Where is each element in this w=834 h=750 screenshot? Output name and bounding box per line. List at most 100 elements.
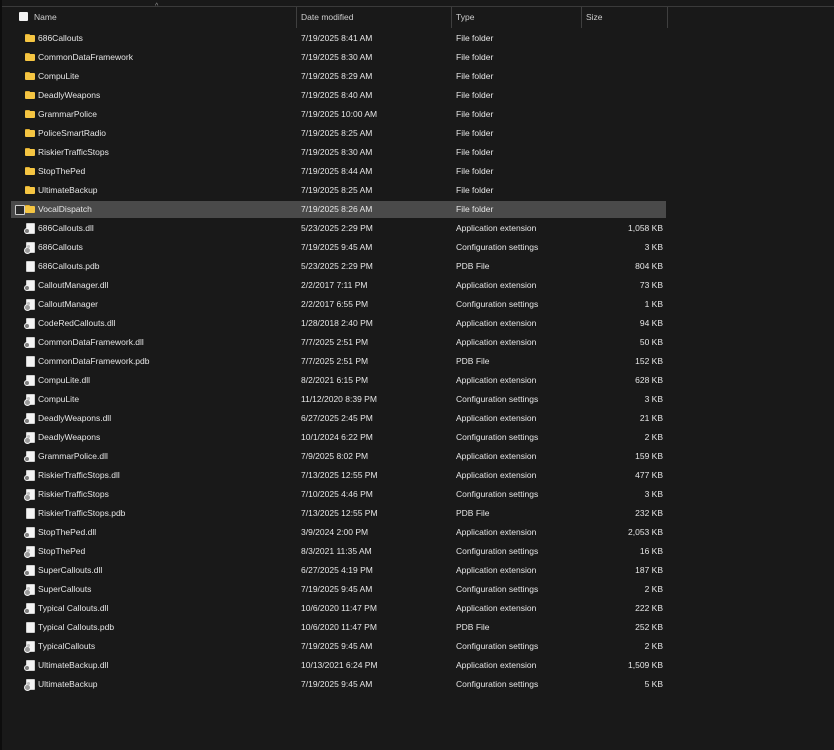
date-modified: 2/2/2017 6:55 PM	[301, 299, 369, 309]
file-type: Configuration settings	[456, 432, 539, 442]
date-modified: 7/19/2025 8:30 AM	[301, 147, 373, 157]
file-row[interactable]: 686Callouts.pdb 5/23/2025 2:29 PM PDB File…	[0, 257, 834, 276]
file-row[interactable]: CommonDataFramework.pdb 7/7/2025 2:51 PM P…	[0, 352, 834, 371]
file-type: File folder	[456, 33, 494, 43]
file-icon	[25, 508, 36, 519]
column-header-size[interactable]: Size	[586, 7, 666, 28]
file-row[interactable]: CalloutManager.dll 2/2/2017 7:11 PM Applic…	[0, 276, 834, 295]
file-name: DeadlyWeapons	[38, 90, 101, 100]
folder-icon	[25, 147, 36, 158]
file-icon	[25, 356, 36, 367]
column-resize-handle[interactable]	[296, 7, 297, 28]
file-name: Typical Callouts.dll	[38, 603, 109, 613]
folder-row[interactable]: 686Callouts 7/19/2025 8:41 AM File folder	[0, 29, 834, 48]
file-row[interactable]: CodeRedCallouts.dll 1/28/2018 2:40 PM Appl…	[0, 314, 834, 333]
file-row[interactable]: TypicalCallouts 7/19/2025 9:45 AM Configur…	[0, 637, 834, 656]
file-name: RiskierTrafficStops.dll	[38, 470, 120, 480]
folder-row[interactable]: UltimateBackup 7/19/2025 8:25 AM File fold…	[0, 181, 834, 200]
file-size: 3 KB	[644, 242, 663, 252]
file-row[interactable]: DeadlyWeapons.dll 6/27/2025 2:45 PM Applic…	[0, 409, 834, 428]
column-header-date-modified[interactable]: Date modified	[301, 7, 451, 28]
file-name: StopThePed	[38, 546, 86, 556]
file-type: Configuration settings	[456, 546, 539, 556]
date-modified: 7/19/2025 8:44 AM	[301, 166, 373, 176]
file-row[interactable]: StopThePed 8/3/2021 11:35 AM Configuration…	[0, 542, 834, 561]
folder-icon	[25, 90, 36, 101]
file-type: Application extension	[456, 375, 537, 385]
file-name: CalloutManager	[38, 299, 99, 309]
file-name: 686Callouts.pdb	[38, 261, 100, 271]
file-row[interactable]: 686Callouts 7/19/2025 9:45 AM Configuratio…	[0, 238, 834, 257]
file-row[interactable]: SuperCallouts 7/19/2025 9:45 AM Configurat…	[0, 580, 834, 599]
file-row[interactable]: SuperCallouts.dll 6/27/2025 4:19 PM Applic…	[0, 561, 834, 580]
folder-row[interactable]: PoliceSmartRadio 7/19/2025 8:25 AM File fo…	[0, 124, 834, 143]
file-row[interactable]: Typical Callouts.pdb 10/6/2020 11:47 PM PD…	[0, 618, 834, 637]
folder-row[interactable]: CompuLite 7/19/2025 8:29 AM File folder	[0, 67, 834, 86]
file-name: CalloutManager.dll	[38, 280, 109, 290]
file-type: File folder	[456, 204, 494, 214]
column-header-bar: ^ Name Date modified Type Size	[2, 3, 834, 28]
file-name: PoliceSmartRadio	[38, 128, 107, 138]
file-list: 686Callouts 7/19/2025 8:41 AM File folder C…	[0, 29, 834, 694]
file-type: Configuration settings	[456, 299, 539, 309]
file-size: 2 KB	[644, 641, 663, 651]
dll-file-icon	[24, 660, 36, 671]
date-modified: 7/7/2025 2:51 PM	[301, 356, 369, 366]
date-modified: 7/19/2025 9:45 AM	[301, 584, 373, 594]
folder-row[interactable]: VocalDispatch 7/19/2025 8:26 AM File folde…	[0, 200, 834, 219]
file-row[interactable]: RiskierTrafficStops 7/10/2025 4:46 PM Conf…	[0, 485, 834, 504]
file-size: 94 KB	[639, 318, 663, 328]
select-all-checkbox[interactable]	[19, 12, 28, 21]
column-header-name[interactable]: Name	[34, 7, 296, 28]
column-header-type[interactable]: Type	[456, 7, 581, 28]
column-resize-handle[interactable]	[667, 7, 668, 28]
folder-row[interactable]: StopThePed 7/19/2025 8:44 AM File folder	[0, 162, 834, 181]
folder-row[interactable]: CommonDataFramework 7/19/2025 8:30 AM File…	[0, 48, 834, 67]
date-modified: 7/19/2025 9:45 AM	[301, 641, 373, 651]
dll-file-icon	[24, 280, 36, 291]
file-row[interactable]: RiskierTrafficStops.pdb 7/13/2025 12:55 P…	[0, 504, 834, 523]
dll-file-icon	[24, 470, 36, 481]
file-size: 804 KB	[635, 261, 663, 271]
file-name: SuperCallouts	[38, 584, 92, 594]
file-row[interactable]: UltimateBackup.dll 10/13/2021 6:24 PM Appl…	[0, 656, 834, 675]
file-type: Application extension	[456, 660, 537, 670]
file-row[interactable]: RiskierTrafficStops.dll 7/13/2025 12:55 P…	[0, 466, 834, 485]
date-modified: 5/23/2025 2:29 PM	[301, 261, 373, 271]
file-row[interactable]: CommonDataFramework.dll 7/7/2025 2:51 PM A…	[0, 333, 834, 352]
file-row[interactable]: Typical Callouts.dll 10/6/2020 11:47 PM Ap…	[0, 599, 834, 618]
date-modified: 7/9/2025 8:02 PM	[301, 451, 369, 461]
file-name: CompuLite	[38, 71, 80, 81]
file-type: Configuration settings	[456, 394, 539, 404]
file-name: VocalDispatch	[38, 204, 92, 214]
file-row[interactable]: DeadlyWeapons 10/1/2024 6:22 PM Configurat…	[0, 428, 834, 447]
file-type: Application extension	[456, 413, 537, 423]
folder-row[interactable]: GrammarPolice 7/19/2025 10:00 AM File fold…	[0, 105, 834, 124]
file-row[interactable]: StopThePed.dll 3/9/2024 2:00 PM Applicatio…	[0, 523, 834, 542]
file-size: 628 KB	[635, 375, 663, 385]
date-modified: 10/6/2020 11:47 PM	[301, 622, 377, 632]
file-type: File folder	[456, 71, 494, 81]
file-icon	[25, 622, 36, 633]
date-modified: 7/19/2025 9:45 AM	[301, 242, 373, 252]
file-row[interactable]: GrammarPolice.dll 7/9/2025 8:02 PM Applica…	[0, 447, 834, 466]
date-modified: 7/7/2025 2:51 PM	[301, 337, 369, 347]
file-row[interactable]: UltimateBackup 7/19/2025 9:45 AM Configura…	[0, 675, 834, 694]
file-row[interactable]: CompuLite.dll 8/2/2021 6:15 PM Application…	[0, 371, 834, 390]
date-modified: 7/10/2025 4:46 PM	[301, 489, 373, 499]
folder-row[interactable]: RiskierTrafficStops 7/19/2025 8:30 AM File…	[0, 143, 834, 162]
file-name: GrammarPolice	[38, 109, 98, 119]
file-size: 2 KB	[644, 584, 663, 594]
dll-file-icon	[24, 318, 36, 329]
row-checkbox[interactable]	[15, 205, 25, 215]
file-row[interactable]: 686Callouts.dll 5/23/2025 2:29 PM Applicat…	[0, 219, 834, 238]
file-size: 5 KB	[644, 679, 663, 689]
column-resize-handle[interactable]	[581, 7, 582, 28]
file-row[interactable]: CompuLite 11/12/2020 8:39 PM Configuration…	[0, 390, 834, 409]
file-name: Typical Callouts.pdb	[38, 622, 115, 632]
column-resize-handle[interactable]	[451, 7, 452, 28]
file-row[interactable]: CalloutManager 2/2/2017 6:55 PM Configurat…	[0, 295, 834, 314]
dll-file-icon	[24, 603, 36, 614]
folder-row[interactable]: DeadlyWeapons 7/19/2025 8:40 AM File folde…	[0, 86, 834, 105]
date-modified: 7/19/2025 8:30 AM	[301, 52, 373, 62]
